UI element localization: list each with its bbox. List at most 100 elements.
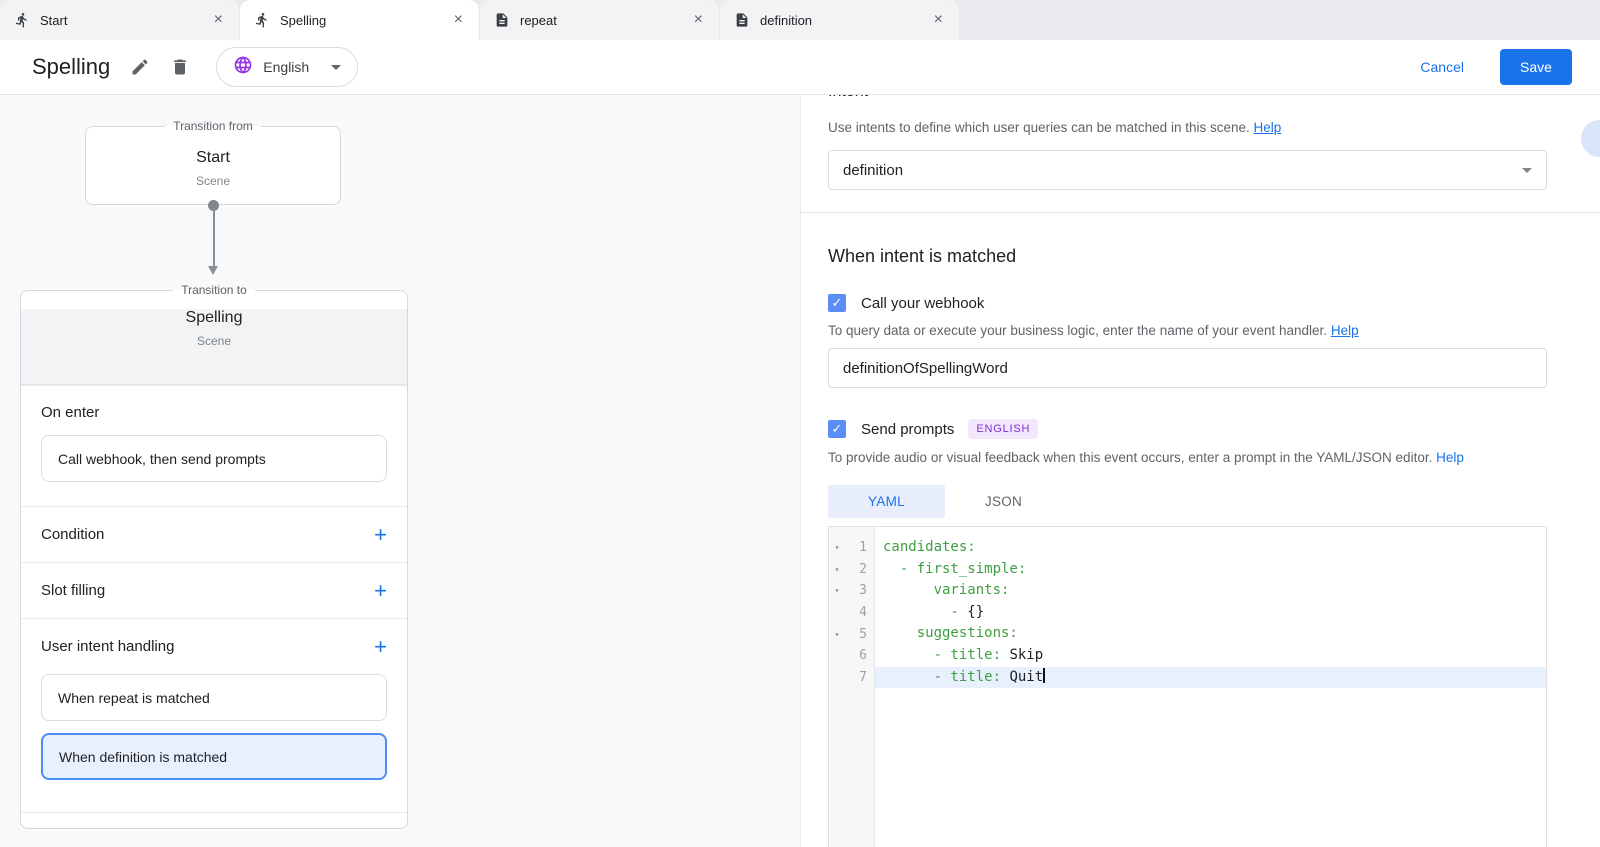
gutter-line: 6: [829, 645, 874, 667]
add-intent-handler-button[interactable]: +: [374, 636, 387, 658]
to-scene-type: Scene: [21, 334, 407, 348]
gutter-line: ▾2: [829, 559, 874, 581]
edit-pencil-icon[interactable]: [130, 57, 150, 77]
error-status-section: Error and status handling +: [21, 812, 407, 829]
line-number: 2: [845, 562, 874, 577]
editor-gutter: ▾1▾2▾34▾567: [829, 527, 875, 847]
help-link[interactable]: Help: [1436, 450, 1464, 465]
document-icon: [734, 12, 750, 28]
gutter-line: 7: [829, 667, 874, 689]
scene-tab-strip: Start × Spelling × repeat × definition ×: [0, 0, 1600, 40]
fold-toggle-icon[interactable]: ▾: [829, 565, 845, 574]
help-link[interactable]: Help: [1331, 323, 1359, 338]
intent-detail-panel: Intent Use intents to define which user …: [800, 95, 1600, 847]
code-line[interactable]: - {}: [875, 602, 1546, 624]
send-prompts-checkbox[interactable]: ✓: [828, 420, 846, 438]
header-actions: Cancel Save: [1420, 49, 1572, 85]
tab-definition[interactable]: definition ×: [720, 0, 959, 40]
call-webhook-label: Call your webhook: [861, 295, 984, 312]
webhook-description: To query data or execute your business l…: [828, 323, 1547, 338]
tab-label: Start: [40, 13, 212, 28]
add-condition-button[interactable]: +: [374, 524, 387, 546]
save-button[interactable]: Save: [1500, 49, 1572, 85]
tab-repeat[interactable]: repeat ×: [480, 0, 719, 40]
editor-format-tabs: YAML JSON: [828, 485, 1547, 518]
page-title: Spelling: [32, 54, 110, 80]
from-scene-type: Scene: [86, 174, 340, 188]
condition-label: Condition: [41, 526, 104, 543]
close-icon[interactable]: ×: [452, 12, 465, 28]
language-label: English: [263, 59, 309, 75]
scene-graph-canvas[interactable]: Transition from Start Scene Transition t…: [0, 95, 800, 847]
code-line[interactable]: - first_simple:: [875, 559, 1546, 581]
code-line[interactable]: variants:: [875, 580, 1546, 602]
user-intent-label: User intent handling: [41, 638, 174, 655]
intent-select[interactable]: definition: [828, 150, 1547, 190]
code-editor[interactable]: ▾1▾2▾34▾567 candidates: - first_simple: …: [828, 526, 1547, 847]
scene-header: Spelling English Cancel Save: [0, 40, 1600, 95]
globe-icon: [233, 55, 253, 80]
code-line[interactable]: candidates:: [875, 537, 1546, 559]
line-number: 5: [845, 627, 874, 642]
code-line[interactable]: suggestions:: [875, 623, 1546, 645]
dropdown-arrow-icon: [1522, 168, 1532, 173]
on-enter-card[interactable]: Call webhook, then send prompts: [41, 435, 387, 482]
connector-arrowhead-icon: [208, 266, 218, 275]
line-number: 3: [845, 583, 874, 598]
user-intent-section: User intent handling + When repeat is ma…: [21, 618, 407, 812]
help-link[interactable]: Help: [1254, 120, 1282, 135]
line-number: 4: [845, 605, 874, 620]
scene-card-header[interactable]: Spelling Scene: [21, 309, 407, 385]
invocation-icon: [14, 12, 30, 28]
close-icon[interactable]: ×: [692, 12, 705, 28]
tab-label: Spelling: [280, 13, 452, 28]
on-enter-label: On enter: [41, 404, 387, 421]
intent-description: Use intents to define which user queries…: [828, 120, 1547, 135]
call-webhook-checkbox[interactable]: ✓: [828, 294, 846, 312]
transition-to-box: Transition to Spelling Scene On enter Ca…: [20, 283, 408, 829]
cancel-button[interactable]: Cancel: [1420, 59, 1464, 75]
close-icon[interactable]: ×: [932, 12, 945, 28]
fold-toggle-icon[interactable]: ▾: [829, 630, 845, 639]
actions-console-app: Start × Spelling × repeat × definition ×: [0, 0, 1600, 847]
section-divider: [801, 212, 1600, 213]
webhook-handler-input[interactable]: [828, 348, 1547, 388]
text-cursor: [1043, 668, 1045, 683]
delete-trash-icon[interactable]: [170, 57, 190, 77]
to-scene-name: Spelling: [21, 309, 407, 327]
code-line[interactable]: - title: Quit: [875, 667, 1546, 689]
tab-label: definition: [760, 13, 932, 28]
intent-card-definition[interactable]: When definition is matched: [41, 733, 387, 780]
transition-from-box[interactable]: Transition from Start Scene: [85, 119, 341, 205]
slot-filling-label: Slot filling: [41, 582, 105, 599]
panel-scrollbar-thumb[interactable]: [1581, 120, 1600, 157]
line-number: 7: [845, 670, 874, 685]
language-badge: ENGLISH: [968, 419, 1038, 439]
line-number: 1: [845, 540, 874, 555]
tab-spelling[interactable]: Spelling ×: [240, 0, 479, 40]
gutter-line: ▾3: [829, 580, 874, 602]
tab-yaml[interactable]: YAML: [828, 485, 945, 518]
tab-start[interactable]: Start ×: [0, 0, 239, 40]
invocation-icon: [254, 12, 270, 28]
language-selector[interactable]: English: [216, 47, 358, 87]
close-icon[interactable]: ×: [212, 12, 225, 28]
code-line[interactable]: - title: Skip: [875, 645, 1546, 667]
transition-to-legend: Transition to: [173, 283, 255, 297]
transition-from-legend: Transition from: [165, 119, 261, 133]
condition-section: Condition +: [21, 506, 407, 562]
fold-toggle-icon[interactable]: ▾: [829, 543, 845, 552]
fold-toggle-icon[interactable]: ▾: [829, 586, 845, 595]
intent-heading-clipped: Intent: [828, 95, 1547, 104]
intent-card-repeat[interactable]: When repeat is matched: [41, 674, 387, 721]
when-intent-matched-heading: When intent is matched: [828, 246, 1547, 267]
slot-filling-section: Slot filling +: [21, 562, 407, 618]
gutter-line: ▾5: [829, 623, 874, 645]
gutter-line: 4: [829, 602, 874, 624]
connector-line: [213, 207, 215, 267]
editor-code-area[interactable]: candidates: - first_simple: variants: - …: [875, 527, 1546, 847]
prompts-description: To provide audio or visual feedback when…: [828, 450, 1547, 465]
tab-json[interactable]: JSON: [945, 485, 1062, 518]
send-prompts-label: Send prompts: [861, 421, 954, 438]
add-slot-button[interactable]: +: [374, 580, 387, 602]
